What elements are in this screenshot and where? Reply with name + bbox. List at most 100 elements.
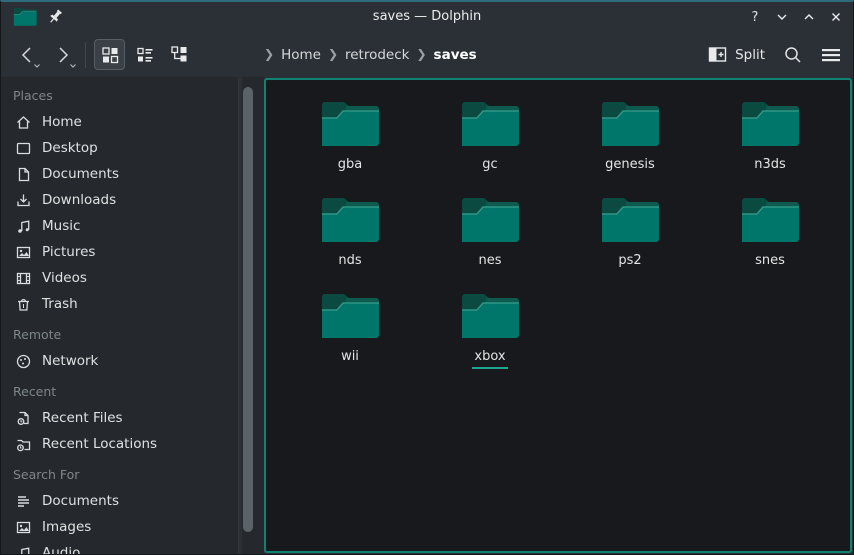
sidebar-item-label: Recent Files <box>42 410 123 426</box>
sidebar-item-label: Documents <box>42 493 119 509</box>
folder-icon <box>740 97 800 149</box>
sidebar-item-label: Network <box>42 353 98 369</box>
sidebar-item-label: Audio <box>42 545 80 554</box>
music-icon <box>15 218 32 235</box>
details-view-button[interactable] <box>129 39 160 70</box>
sidebar-item-documents[interactable]: Documents <box>1 161 238 187</box>
folder-label: nds <box>336 253 363 273</box>
folder-icon <box>320 193 380 245</box>
image-icon <box>15 244 32 261</box>
breadcrumb-current[interactable]: saves <box>434 47 477 63</box>
search-button[interactable] <box>783 45 803 65</box>
sidebar-section-title: Places <box>1 83 238 109</box>
tree-view-button[interactable] <box>164 39 195 70</box>
sidebar-item-recent-files[interactable]: Recent Files <box>1 405 238 431</box>
places-panel: Places Home Desktop Documents Downloads … <box>1 77 239 554</box>
sidebar-scrollbar-handle[interactable] <box>243 87 253 532</box>
folder-item-xbox[interactable]: xbox <box>420 282 560 378</box>
back-button[interactable] <box>13 40 41 70</box>
folder-item-nds[interactable]: nds <box>280 186 420 282</box>
icons-view-icon <box>101 46 119 64</box>
folder-grid: gba gc genesis n3ds nds <box>266 80 850 378</box>
breadcrumb-separator-icon: ❯ <box>264 47 274 61</box>
folder-label: gba <box>336 157 364 177</box>
home-icon <box>15 114 32 131</box>
dolphin-window: saves — Dolphin ? <box>0 0 854 555</box>
breadcrumb-segment[interactable]: retrodeck <box>345 47 409 63</box>
sidebar-item-label: Downloads <box>42 192 116 208</box>
folder-icon <box>460 289 520 341</box>
folder-icon <box>600 97 660 149</box>
search-icon <box>783 45 803 65</box>
sidebar-item-label: Home <box>42 114 82 130</box>
details-view-icon <box>136 46 154 64</box>
music-icon <box>15 545 32 555</box>
folder-item-nes[interactable]: nes <box>420 186 560 282</box>
sidebar-item-music[interactable]: Music <box>1 213 238 239</box>
folder-icon <box>460 97 520 149</box>
titlebar: saves — Dolphin ? <box>1 2 853 32</box>
sidebar-section-title: Search For <box>1 462 238 488</box>
folder-label: ps2 <box>616 253 643 273</box>
folder-label: genesis <box>603 157 657 177</box>
sidebar-item-network[interactable]: Network <box>1 348 238 374</box>
folder-item-wii[interactable]: wii <box>280 282 420 378</box>
folder-item-ps2[interactable]: ps2 <box>560 186 700 282</box>
folder-icon <box>600 193 660 245</box>
folder-item-gc[interactable]: gc <box>420 90 560 186</box>
split-button[interactable]: Split <box>708 46 765 63</box>
download-icon <box>15 192 32 209</box>
sidebar-item-pictures[interactable]: Pictures <box>1 239 238 265</box>
sidebar-item-desktop[interactable]: Desktop <box>1 135 238 161</box>
sidebar-item-audio[interactable]: Audio <box>1 540 238 554</box>
menu-button[interactable] <box>821 47 841 63</box>
desktop-icon <box>15 140 32 157</box>
toolbar-right: Split <box>708 32 841 77</box>
folder-label: n3ds <box>752 157 788 177</box>
image-icon <box>15 519 32 536</box>
recent-file-icon <box>15 410 32 427</box>
folder-label: nes <box>476 253 503 273</box>
sidebar-item-recent-locations[interactable]: Recent Locations <box>1 431 238 457</box>
sidebar-item-label: Documents <box>42 166 119 182</box>
sidebar-item-label: Desktop <box>42 140 98 156</box>
sidebar-section-title: Recent <box>1 379 238 405</box>
back-history-chevron-icon <box>33 63 41 69</box>
folder-view[interactable]: gba gc genesis n3ds nds <box>264 78 852 553</box>
minimize-button[interactable] <box>773 8 791 26</box>
folder-label: gc <box>480 157 499 177</box>
sidebar-item-documents[interactable]: Documents <box>1 488 238 514</box>
folder-label: snes <box>753 253 787 273</box>
folder-icon <box>320 97 380 149</box>
folder-item-snes[interactable]: snes <box>700 186 840 282</box>
forward-button[interactable] <box>49 40 77 70</box>
sidebar-item-trash[interactable]: Trash <box>1 291 238 317</box>
tree-view-icon <box>170 45 189 64</box>
maximize-button[interactable] <box>800 8 818 26</box>
sidebar-item-images[interactable]: Images <box>1 514 238 540</box>
network-icon <box>15 353 32 370</box>
sidebar-section-title: Remote <box>1 322 238 348</box>
forward-history-chevron-icon <box>69 63 77 69</box>
sidebar-scrollbar[interactable] <box>242 77 264 554</box>
folder-item-genesis[interactable]: genesis <box>560 90 700 186</box>
sidebar-item-downloads[interactable]: Downloads <box>1 187 238 213</box>
icons-view-button[interactable] <box>94 39 125 70</box>
sidebar-item-label: Images <box>42 519 91 535</box>
split-view-icon <box>708 46 727 63</box>
sidebar-item-home[interactable]: Home <box>1 109 238 135</box>
folder-item-gba[interactable]: gba <box>280 90 420 186</box>
document-icon <box>15 166 32 183</box>
sidebar-item-label: Videos <box>42 270 87 286</box>
toolbar-separator <box>85 42 86 68</box>
sidebar-item-videos[interactable]: Videos <box>1 265 238 291</box>
folder-icon <box>740 193 800 245</box>
text-lines-icon <box>15 493 32 510</box>
breadcrumb-segment[interactable]: Home <box>281 47 321 63</box>
folder-icon <box>320 289 380 341</box>
sidebar-item-label: Recent Locations <box>42 436 157 452</box>
folder-label: xbox <box>472 349 507 369</box>
help-button[interactable]: ? <box>746 8 764 26</box>
close-button[interactable] <box>827 8 845 26</box>
folder-item-n3ds[interactable]: n3ds <box>700 90 840 186</box>
